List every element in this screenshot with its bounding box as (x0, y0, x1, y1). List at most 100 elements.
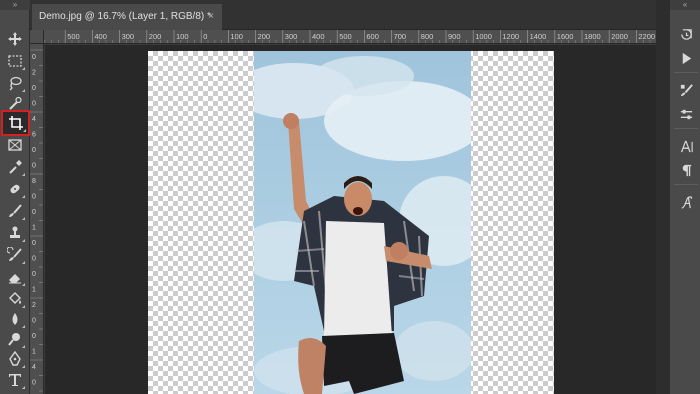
panel-separator (674, 72, 698, 73)
ruler-label: 100 (176, 32, 189, 41)
ruler-label: 500 (339, 32, 352, 41)
ruler-label: 300 (122, 32, 135, 41)
ruler-label: 4 (32, 364, 36, 371)
paint-bucket-icon (9, 292, 21, 304)
ruler-label: 2 (32, 70, 36, 77)
paragraph-panel-icon (682, 164, 691, 176)
actions-play-icon (682, 52, 691, 64)
ruler-label: 0 (32, 147, 36, 154)
crop-tool[interactable] (1, 110, 30, 136)
marquee-icon (8, 55, 22, 67)
clone-stamp-icon (10, 226, 20, 238)
ruler-label: 400 (94, 32, 107, 41)
document-tab-bar: Demo.jpg @ 16.7% (Layer 1, RGB/8) * × (30, 0, 670, 30)
history-panel-icon (680, 28, 692, 40)
blur-tool[interactable] (3, 308, 27, 330)
brush-settings-panel-button[interactable] (675, 80, 697, 100)
panel-separator (674, 184, 698, 185)
pen-tool[interactable] (3, 348, 27, 370)
ruler-label: 0 (32, 194, 36, 201)
healing-brush-icon (10, 184, 20, 194)
jumping-man-photo (254, 51, 471, 394)
frame-tool[interactable] (3, 134, 27, 156)
eraser-tool[interactable] (3, 266, 27, 288)
ruler-label: 4 (32, 116, 36, 123)
ruler-label: 1 (32, 349, 36, 356)
history-brush-tool[interactable] (3, 244, 27, 266)
dodge-tool[interactable] (3, 328, 27, 350)
crop-icon (8, 116, 23, 130)
ruler-label: 1400 (530, 32, 547, 41)
brush-icon (9, 204, 22, 217)
ruler-label: 2 (32, 302, 36, 309)
tools-panel-collapse[interactable]: » (0, 0, 30, 10)
ruler-label: 200 (149, 32, 162, 41)
ruler-label: 500 (67, 32, 80, 41)
photo-layer[interactable] (254, 51, 471, 394)
ruler-label: 1000 (475, 32, 492, 41)
ruler-label: 400 (312, 32, 325, 41)
quick-select-icon (9, 96, 22, 110)
actions-panel-button[interactable] (675, 48, 697, 68)
ruler-label: 0 (32, 380, 36, 387)
ruler-label: 0 (32, 256, 36, 263)
ruler-label: 0 (32, 163, 36, 170)
move-icon (8, 32, 22, 46)
history-panel-button[interactable] (675, 24, 697, 44)
paragraph-panel-button[interactable] (675, 160, 697, 180)
ruler-label: 100 (230, 32, 243, 41)
ruler-label: 600 (366, 32, 379, 41)
document-tab[interactable]: Demo.jpg @ 16.7% (Layer 1, RGB/8) * × (32, 4, 222, 30)
paint-bucket-tool[interactable] (3, 288, 27, 310)
dodge-icon (8, 333, 20, 346)
clone-stamp-tool[interactable] (3, 222, 27, 244)
ruler-origin[interactable] (30, 30, 44, 44)
ruler-label: 0 (32, 318, 36, 325)
ruler-label: 0 (32, 209, 36, 216)
blur-icon (12, 313, 18, 325)
ruler-label: 0 (32, 271, 36, 278)
brush-tool[interactable] (3, 200, 27, 222)
lasso-tool[interactable] (3, 72, 27, 94)
ruler-label: 1 (32, 225, 36, 232)
lasso-icon (9, 76, 22, 91)
ruler-label: 0 (32, 333, 36, 340)
glyphs-panel-icon (681, 195, 692, 209)
brush-settings-icon (680, 83, 693, 96)
document-tab-title: Demo.jpg @ 16.7% (Layer 1, RGB/8) * (39, 11, 211, 22)
ruler-label: 900 (448, 32, 461, 41)
right-panel-collapse[interactable]: « (670, 0, 700, 10)
ruler-label: 1600 (557, 32, 574, 41)
vertical-ruler[interactable]: 02004600800100012001400 (30, 44, 44, 394)
ruler-label: 2000 (611, 32, 628, 41)
glyphs-panel-button[interactable] (675, 192, 697, 212)
right-panel-dock: « (656, 0, 700, 394)
adjustments-panel-button[interactable] (675, 104, 697, 124)
marquee-tool[interactable] (3, 50, 27, 72)
adjustments-icon (680, 109, 692, 119)
ruler-label: 0 (32, 101, 36, 108)
move-tool[interactable] (3, 28, 27, 50)
character-panel-button[interactable] (675, 136, 697, 156)
ruler-label: 0 (32, 240, 36, 247)
ruler-label: 800 (421, 32, 434, 41)
frame-icon (8, 139, 22, 151)
ruler-label: 1200 (502, 32, 519, 41)
ruler-label: 300 (285, 32, 298, 41)
ruler-label: 700 (394, 32, 407, 41)
healing-brush-tool[interactable] (3, 178, 27, 200)
eyedropper-tool[interactable] (3, 156, 27, 178)
eyedropper-icon (9, 160, 22, 174)
horizontal-ruler[interactable]: 0 500 400 300 200 1000 100 200 300 400 500 600 700 80… (44, 30, 656, 44)
ruler-label: 2200 (638, 32, 655, 41)
ruler-label: 1800 (584, 32, 601, 41)
ruler-label: 1 (32, 287, 36, 294)
ruler-label: 6 (32, 132, 36, 139)
panel-collapse-strip[interactable] (656, 0, 670, 394)
type-tool[interactable] (3, 369, 27, 391)
tools-panel: » (0, 0, 30, 394)
close-tab-icon[interactable]: × (208, 4, 214, 30)
ruler-label: 0 (32, 85, 36, 92)
ruler-label: 8 (32, 178, 36, 185)
horizontal-ruler-ticks: 0 500 400 300 200 1000 100 200 300 400 500 600 700 80… (44, 30, 655, 43)
